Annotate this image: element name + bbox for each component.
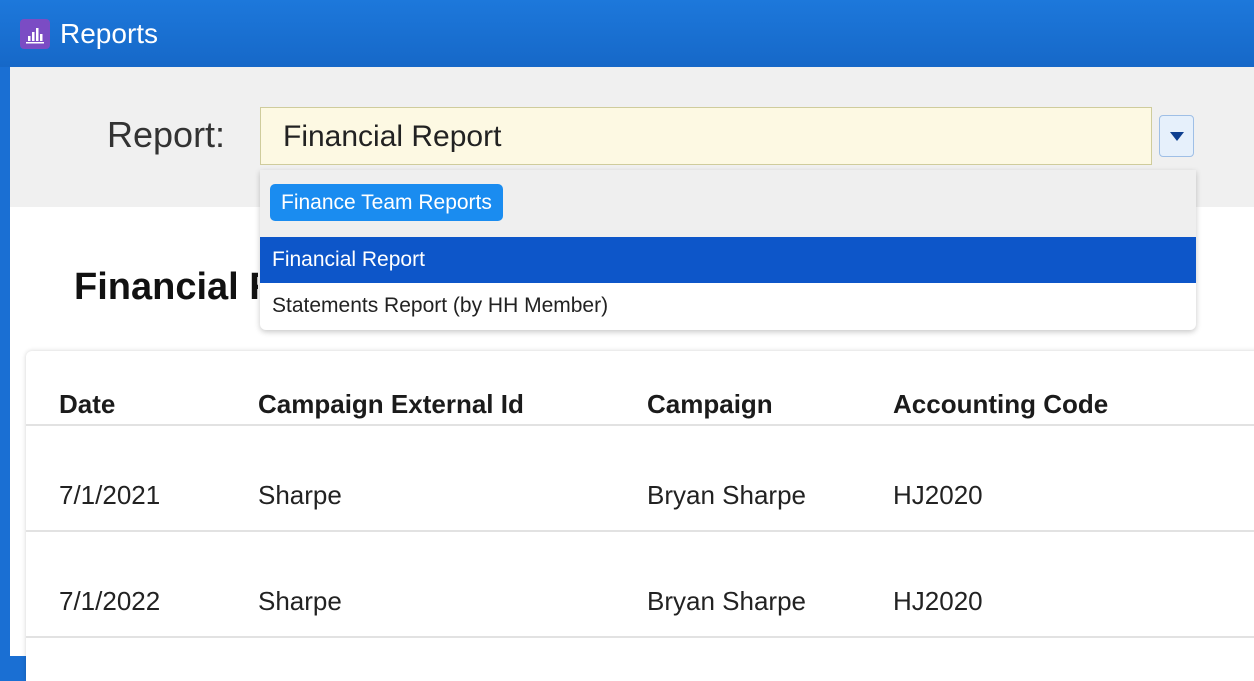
column-header-date[interactable]: Date: [59, 388, 115, 420]
menu-item-statements-report[interactable]: Statements Report (by HH Member): [260, 283, 1196, 329]
window-titlebar: Reports: [0, 0, 1254, 67]
dropdown-button[interactable]: [1159, 115, 1194, 157]
row-divider: [26, 530, 1254, 532]
caret-down-icon: [1170, 132, 1184, 141]
report-dropdown-menu: Finance Team Reports Financial Report St…: [260, 170, 1196, 330]
cell-accounting-code: HJ2020: [893, 480, 983, 510]
cell-date: 7/1/2022: [59, 586, 161, 616]
column-header-campaign-external-id[interactable]: Campaign External Id: [258, 388, 524, 420]
menu-group-header: Finance Team Reports: [260, 170, 1196, 237]
cell-campaign: Bryan Sharpe: [647, 586, 806, 616]
cell-campaign-external-id: Sharpe: [258, 586, 342, 616]
page-title: Financial Report: [74, 266, 258, 308]
column-header-campaign[interactable]: Campaign: [647, 388, 773, 420]
report-select[interactable]: Financial Report: [260, 107, 1152, 165]
cell-date: 7/1/2021: [59, 480, 161, 510]
cell-campaign-external-id: Sharpe: [258, 480, 342, 510]
row-divider: [26, 424, 1254, 426]
window-title: Reports: [60, 18, 159, 49]
main-content: Report: Financial Report Financial Repor…: [10, 67, 1254, 681]
menu-item-financial-report[interactable]: Financial Report: [260, 237, 1196, 283]
report-select-value: Financial Report: [283, 120, 502, 153]
cell-campaign: Bryan Sharpe: [647, 480, 806, 510]
group-chip-finance-team-reports[interactable]: Finance Team Reports: [270, 184, 503, 221]
column-header-accounting-code[interactable]: Accounting Code: [893, 388, 1108, 420]
report-label: Report:: [107, 114, 226, 155]
cell-accounting-code: HJ2020: [893, 586, 983, 616]
bar-chart-icon: [20, 19, 50, 49]
row-divider: [26, 636, 1254, 638]
report-table: Date Campaign External Id Campaign Accou…: [26, 351, 1254, 681]
